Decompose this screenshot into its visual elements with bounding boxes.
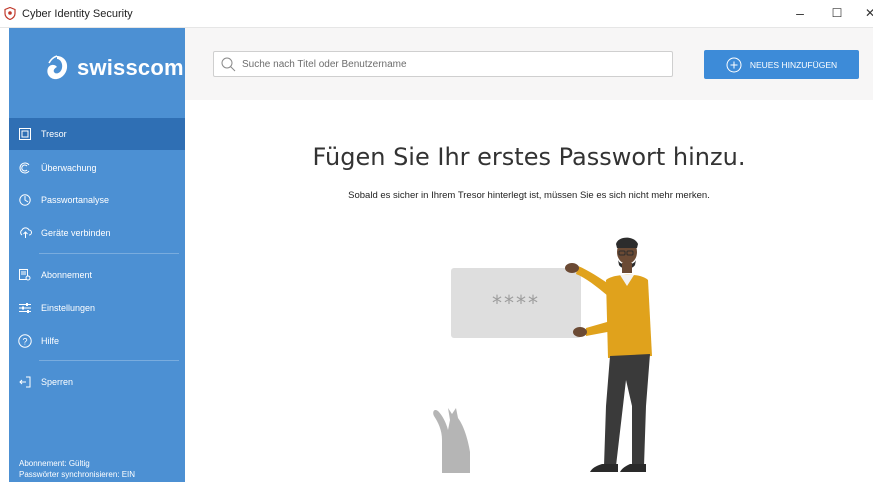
maximize-button[interactable]: ☐ [822, 3, 852, 23]
sync-status: Passwörter synchronisieren: EIN [19, 470, 136, 479]
lock-exit-icon [9, 376, 41, 388]
sidebar-item-tresor[interactable]: Tresor [9, 118, 185, 150]
monitor-icon [9, 162, 41, 174]
empty-state-subtitle: Sobald es sicher in Ihrem Tresor hinterl… [348, 190, 710, 201]
brand-name: swisscom [77, 55, 184, 80]
subscription-status: Abonnement: Gültig [19, 459, 90, 468]
app-shield-icon [4, 7, 16, 20]
brand-logo: swisscom [45, 50, 184, 86]
password-mask-text: **** [492, 291, 540, 315]
search-input[interactable] [242, 55, 662, 73]
sidebar-item-label: Sperren [41, 377, 74, 387]
subscription-icon [9, 269, 41, 281]
swisscom-logo-icon [47, 55, 68, 80]
sidebar-divider [39, 360, 179, 361]
add-new-button[interactable]: NEUES HINZUFÜGEN [704, 50, 859, 79]
search-box[interactable] [213, 51, 673, 77]
sidebar-item-label: Überwachung [41, 163, 97, 173]
sidebar-item-abonnement[interactable]: Abonnement [9, 259, 185, 291]
sidebar: swisscom Tresor Überwachung Passwortanal… [9, 28, 185, 482]
empty-state-illustration: **** [433, 237, 652, 473]
empty-state-title: Fügen Sie Ihr erstes Passwort hinzu. [312, 143, 746, 171]
sidebar-divider [39, 253, 179, 254]
vault-icon [9, 128, 41, 140]
cat-icon [433, 408, 470, 473]
help-icon: ? [9, 334, 41, 348]
sidebar-item-label: Passwortanalyse [41, 195, 110, 205]
sidebar-item-geraete-verbinden[interactable]: Geräte verbinden [9, 217, 185, 249]
connect-devices-icon [9, 227, 41, 239]
top-toolbar: NEUES HINZUFÜGEN [185, 28, 873, 100]
sidebar-item-hilfe[interactable]: ? Hilfe [9, 325, 185, 357]
sidebar-item-label: Hilfe [41, 336, 60, 346]
window-title: Cyber Identity Security [22, 8, 133, 20]
close-button[interactable]: ✕ [855, 3, 873, 23]
analysis-icon [9, 194, 41, 206]
sidebar-item-ueberwachung[interactable]: Überwachung [9, 152, 185, 184]
sidebar-item-sperren[interactable]: Sperren [9, 366, 185, 398]
sidebar-item-passwortanalyse[interactable]: Passwortanalyse [9, 184, 185, 216]
password-card: **** [451, 268, 581, 338]
person-illustration [565, 237, 652, 472]
add-new-label: NEUES HINZUFÜGEN [749, 59, 838, 70]
minimize-button[interactable]: – [785, 3, 815, 23]
sidebar-item-einstellungen[interactable]: Einstellungen [9, 292, 185, 324]
settings-sliders-icon [9, 302, 41, 314]
svg-text:?: ? [22, 337, 27, 347]
add-circle-icon [726, 57, 742, 72]
sidebar-item-label: Einstellungen [41, 303, 96, 313]
sidebar-item-label: Tresor [41, 129, 67, 139]
search-icon [221, 57, 236, 72]
window-titlebar: Cyber Identity Security – ☐ ✕ [0, 0, 873, 28]
sidebar-item-label: Geräte verbinden [41, 228, 111, 238]
sidebar-item-label: Abonnement [41, 270, 93, 280]
